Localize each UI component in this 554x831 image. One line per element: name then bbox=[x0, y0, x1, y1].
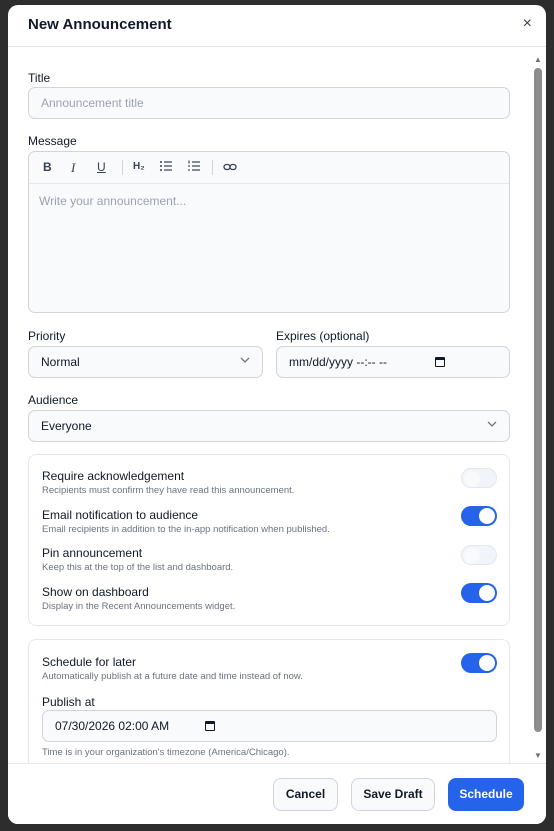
priority-select[interactable]: Normal bbox=[28, 346, 263, 378]
calendar-icon[interactable] bbox=[435, 357, 445, 367]
pin-announcement-toggle[interactable] bbox=[461, 545, 497, 565]
modal-header: New Announcement × bbox=[8, 5, 546, 47]
audience-value: Everyone bbox=[41, 419, 92, 433]
timezone-note: Time is in your organization's timezone … bbox=[42, 747, 290, 758]
schedule-button[interactable]: Schedule bbox=[448, 778, 524, 811]
modal-body: Title Announcement title Message B I U H… bbox=[8, 47, 532, 763]
option-title: Pin announcement bbox=[42, 546, 143, 560]
expires-value: mm/dd/yyyy --:-- -- bbox=[289, 355, 387, 369]
publish-at-value: 07/30/2026 02:00 AM bbox=[55, 719, 170, 733]
new-announcement-modal: New Announcement × Title Announcement ti… bbox=[8, 5, 546, 824]
schedule-desc: Automatically publish at a future date a… bbox=[42, 671, 303, 682]
title-label: Title bbox=[28, 71, 51, 85]
underline-button[interactable]: U bbox=[97, 160, 106, 174]
option-title: Email notification to audience bbox=[42, 508, 199, 522]
editor-toolbar: B I U H₂ bbox=[29, 152, 509, 184]
schedule-toggle[interactable] bbox=[461, 653, 497, 673]
modal-footer: Cancel Save Draft Schedule bbox=[8, 763, 546, 824]
title-input[interactable]: Announcement title bbox=[28, 87, 510, 119]
scroll-down-icon[interactable]: ▼ bbox=[534, 751, 542, 760]
calendar-icon[interactable] bbox=[205, 721, 215, 731]
bold-button[interactable]: B bbox=[43, 160, 52, 174]
message-editor[interactable]: B I U H₂ Write your announcement... bbox=[28, 151, 510, 313]
heading-button[interactable]: H₂ bbox=[133, 161, 145, 172]
numbered-list-icon[interactable] bbox=[187, 159, 201, 176]
scrollbar[interactable]: ▲ ▼ bbox=[533, 51, 543, 763]
option-desc: Recipients must confirm they have read t… bbox=[42, 485, 295, 496]
publish-at-label: Publish at bbox=[42, 695, 95, 709]
expires-input[interactable]: mm/dd/yyyy --:-- -- bbox=[276, 346, 510, 378]
priority-label: Priority bbox=[28, 329, 66, 343]
toolbar-divider bbox=[122, 160, 123, 175]
close-icon[interactable]: × bbox=[523, 15, 532, 33]
show-dashboard-toggle[interactable] bbox=[461, 583, 497, 603]
chevron-down-icon bbox=[240, 356, 250, 367]
audience-label: Audience bbox=[28, 393, 79, 407]
option-title: Show on dashboard bbox=[42, 585, 149, 599]
toolbar-divider bbox=[212, 160, 213, 175]
title-placeholder: Announcement title bbox=[41, 96, 144, 110]
schedule-card: Schedule for later Automatically publish… bbox=[28, 639, 510, 763]
schedule-title: Schedule for later bbox=[42, 655, 137, 669]
option-desc: Email recipients in addition to the in-a… bbox=[42, 524, 330, 535]
save-draft-button[interactable]: Save Draft bbox=[351, 778, 435, 811]
scrollbar-thumb[interactable] bbox=[534, 68, 542, 732]
chevron-down-icon bbox=[487, 420, 497, 431]
italic-button[interactable]: I bbox=[71, 160, 75, 176]
toggle-knob bbox=[464, 471, 480, 487]
priority-value: Normal bbox=[41, 355, 80, 369]
publish-at-input[interactable]: 07/30/2026 02:00 AM bbox=[42, 710, 497, 742]
toggle-knob bbox=[479, 585, 495, 601]
cancel-button[interactable]: Cancel bbox=[273, 778, 338, 811]
audience-select[interactable]: Everyone bbox=[28, 410, 510, 442]
toggle-knob bbox=[479, 655, 495, 671]
options-card: Require acknowledgement Recipients must … bbox=[28, 454, 510, 626]
link-icon[interactable] bbox=[223, 160, 237, 177]
toggle-knob bbox=[464, 548, 480, 564]
message-label: Message bbox=[28, 134, 77, 148]
option-desc: Display in the Recent Announcements widg… bbox=[42, 601, 236, 612]
option-desc: Keep this at the top of the list and das… bbox=[42, 562, 234, 573]
require-ack-toggle[interactable] bbox=[461, 468, 497, 488]
toggle-knob bbox=[479, 508, 495, 524]
email-notification-toggle[interactable] bbox=[461, 506, 497, 526]
expires-label: Expires (optional) bbox=[276, 329, 370, 343]
scroll-up-icon[interactable]: ▲ bbox=[534, 55, 542, 64]
option-title: Require acknowledgement bbox=[42, 469, 185, 483]
bullet-list-icon[interactable] bbox=[159, 159, 173, 176]
modal-title: New Announcement bbox=[28, 16, 172, 33]
message-placeholder: Write your announcement... bbox=[39, 194, 187, 208]
